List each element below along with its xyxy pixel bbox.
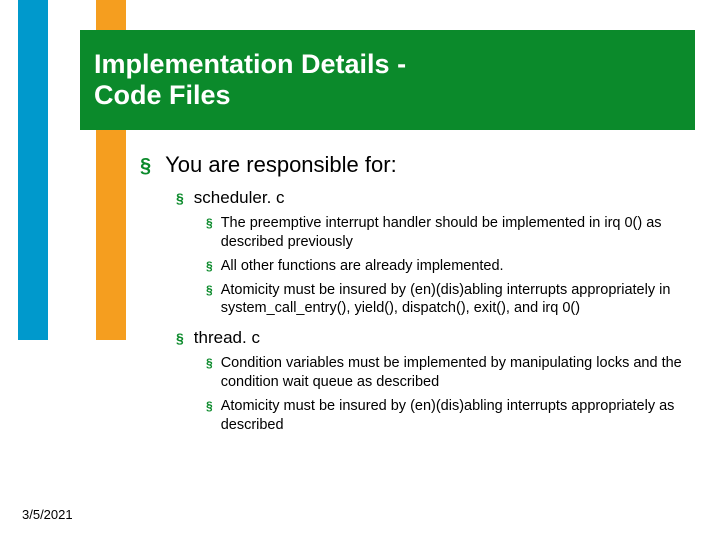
bullet-marker: § (206, 356, 213, 370)
slide: Implementation Details - Code Files § Yo… (0, 0, 720, 540)
title-box: Implementation Details - Code Files (80, 30, 695, 130)
bullet-level3: § All other functions are already implem… (206, 257, 700, 276)
title-line-1: Implementation Details - (94, 49, 406, 79)
footer-date: 3/5/2021 (22, 507, 73, 522)
bullet-text: The preemptive interrupt handler should … (221, 214, 700, 252)
level2-group: § scheduler. c § The preemptive interrup… (176, 188, 700, 435)
bullet-text: You are responsible for: (165, 152, 397, 178)
level3-group: § Condition variables must be implemente… (206, 354, 700, 434)
bullet-marker: § (206, 259, 213, 273)
bullet-level3: § Atomicity must be insured by (en)(dis)… (206, 397, 700, 435)
bullet-level3: § Atomicity must be insured by (en)(dis)… (206, 281, 700, 319)
bullet-marker: § (206, 399, 213, 413)
bullet-marker: § (140, 154, 151, 178)
bullet-text: Atomicity must be insured by (en)(dis)ab… (221, 397, 700, 435)
bullet-text: Condition variables must be implemented … (221, 354, 700, 392)
level3-group: § The preemptive interrupt handler shoul… (206, 214, 700, 318)
bullet-level2: § thread. c (176, 328, 700, 348)
slide-title: Implementation Details - Code Files (80, 49, 406, 111)
bullet-marker: § (206, 216, 213, 230)
bullet-text: Atomicity must be insured by (en)(dis)ab… (221, 281, 700, 319)
bullet-level1: § You are responsible for: (140, 152, 700, 178)
content-area: § You are responsible for: § scheduler. … (140, 152, 700, 435)
bullet-text: All other functions are already implemen… (221, 257, 504, 276)
bullet-level2: § scheduler. c (176, 188, 700, 208)
bullet-text: scheduler. c (194, 188, 285, 208)
bullet-marker: § (206, 283, 213, 297)
bullet-level3: § The preemptive interrupt handler shoul… (206, 214, 700, 252)
bullet-marker: § (176, 190, 184, 207)
accent-bar-blue (18, 0, 48, 340)
bullet-level3: § Condition variables must be implemente… (206, 354, 700, 392)
title-line-2: Code Files (94, 80, 231, 110)
bullet-marker: § (176, 330, 184, 347)
bullet-text: thread. c (194, 328, 260, 348)
